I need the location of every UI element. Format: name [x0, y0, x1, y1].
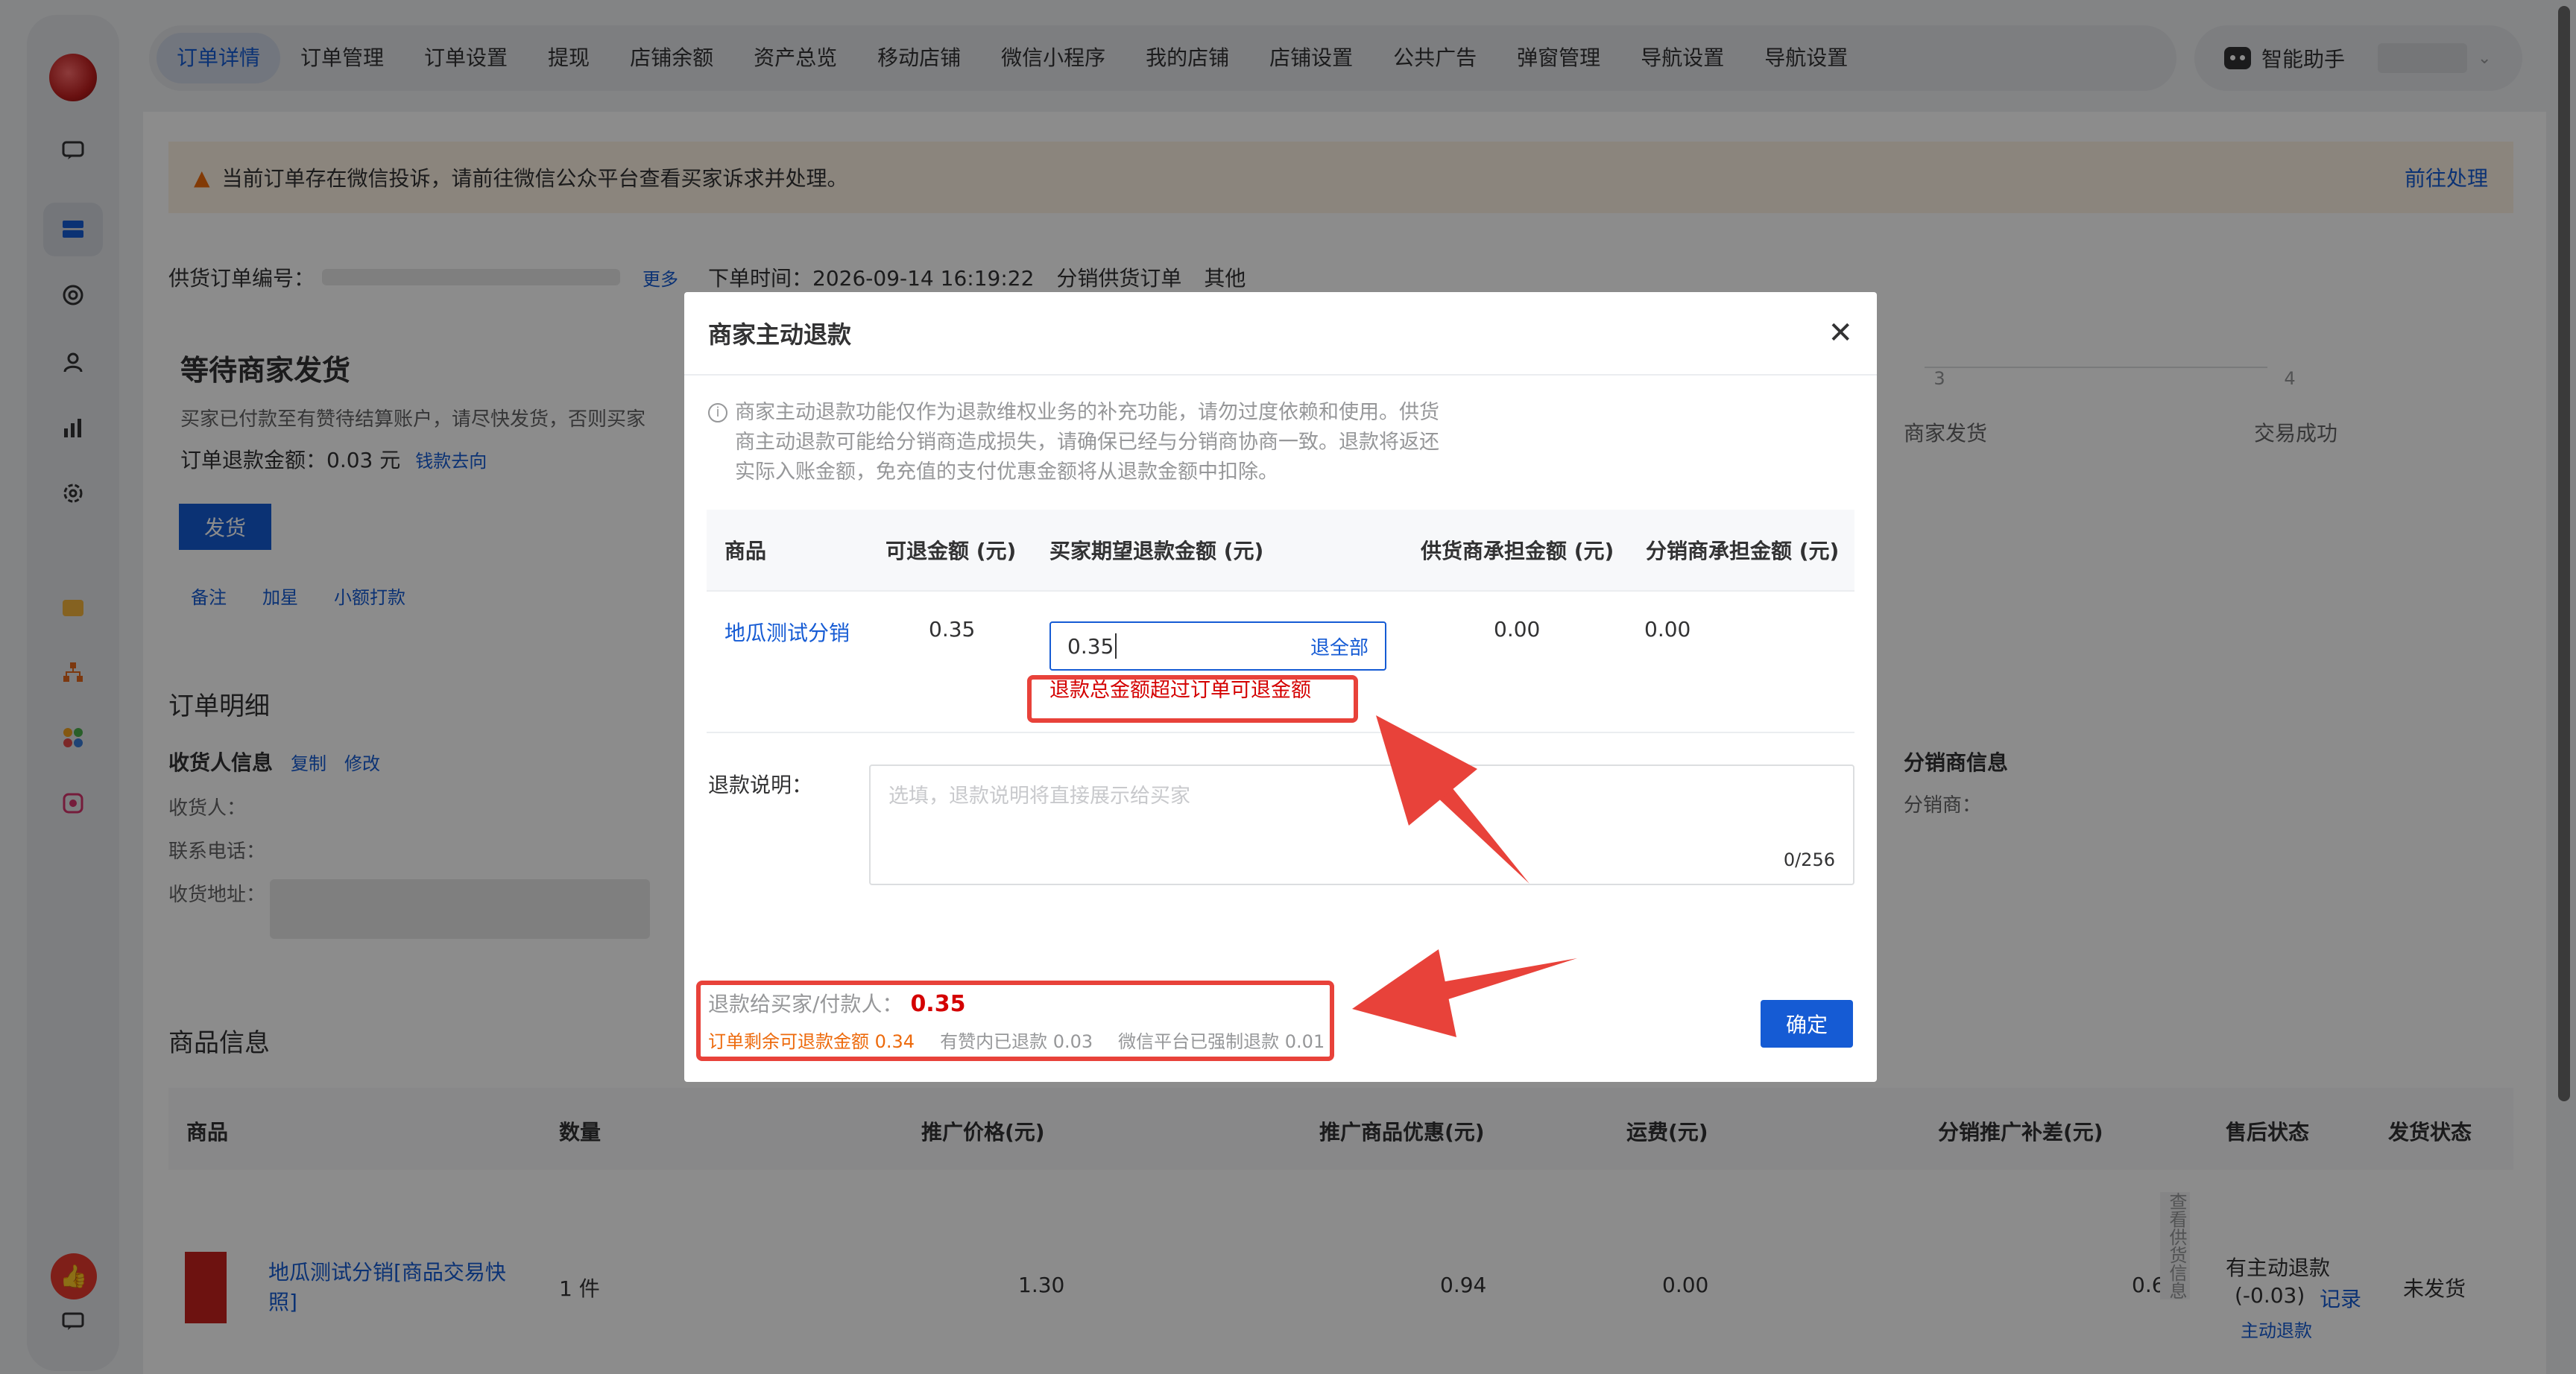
th-product: 商品: [724, 539, 767, 563]
desc-label: 退款说明：: [708, 773, 813, 797]
modal-header: 商家主动退款 ✕: [684, 292, 1877, 376]
refundable-amount: 0.35: [929, 617, 976, 642]
refund-desc-textarea[interactable]: 选填，退款说明将直接展示给买家 0/256: [869, 764, 1854, 885]
summary-highlight-box: [696, 981, 1334, 1061]
th-distributor: 分销商承担金额 (元): [1646, 539, 1840, 563]
error-highlight-box: [1027, 675, 1358, 723]
confirm-button[interactable]: 确定: [1761, 1000, 1853, 1048]
expected-refund-value: 0.35: [1067, 633, 1114, 659]
supplier-amount: 0.00: [1494, 617, 1541, 642]
distributor-amount: 0.00: [1644, 617, 1691, 642]
th-refundable: 可退金额 (元): [886, 539, 1017, 563]
refund-all-button[interactable]: 退全部: [1310, 633, 1385, 660]
refund-table-header: 商品 可退金额 (元) 买家期望退款金额 (元) 供货商承担金额 (元) 分销商…: [707, 510, 1854, 592]
info-icon: i: [708, 403, 727, 422]
th-supplier: 供货商承担金额 (元): [1421, 539, 1614, 563]
modal-title: 商家主动退款: [708, 320, 852, 349]
desc-char-count: 0/256: [1783, 849, 1835, 870]
th-expected: 买家期望退款金额 (元): [1049, 539, 1264, 563]
close-icon[interactable]: ✕: [1828, 318, 1853, 348]
refund-product-link[interactable]: 地瓜测试分销: [724, 617, 850, 647]
modal-tip-text: 商家主动退款功能仅作为退款维权业务的补充功能，请勿过度依赖和使用。供货商主动退款…: [735, 401, 1439, 484]
text-caret: [1115, 633, 1117, 659]
expected-refund-input[interactable]: 0.35 退全部: [1049, 621, 1386, 671]
modal-tip: i 商家主动退款功能仅作为退款维权业务的补充功能，请勿过度依赖和使用。供货商主动…: [708, 398, 1453, 487]
desc-placeholder: 选填，退款说明将直接展示给买家: [888, 785, 1190, 808]
